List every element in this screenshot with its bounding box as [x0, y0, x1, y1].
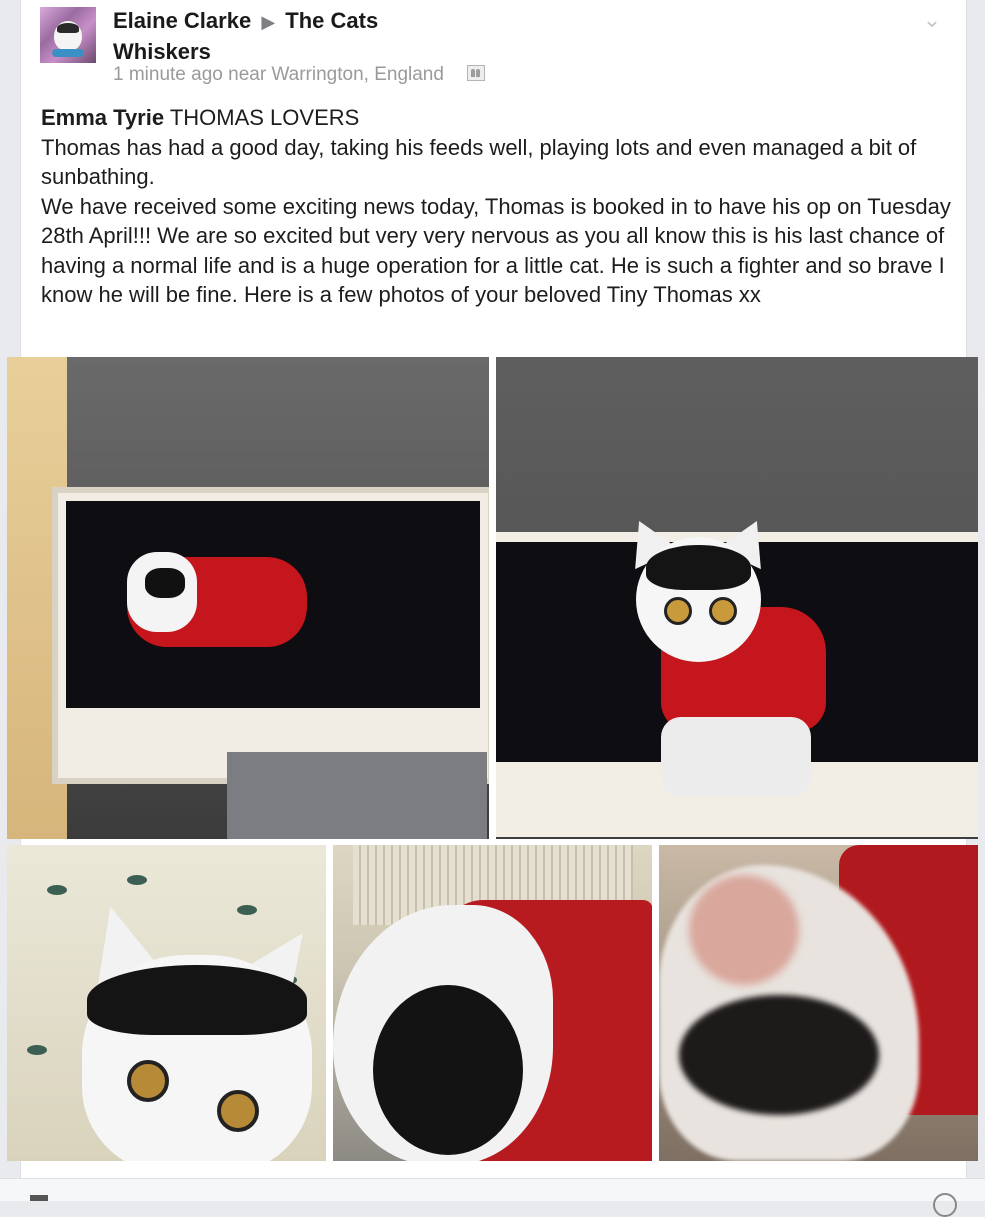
author-avatar[interactable]	[40, 7, 96, 63]
photo-4[interactable]	[333, 845, 652, 1161]
post-paragraph-1: Thomas has had a good day, taking his fe…	[41, 134, 917, 190]
photo-2[interactable]	[496, 357, 978, 839]
photo-5[interactable]	[659, 845, 978, 1161]
chevron-down-icon[interactable]: ⌄	[918, 6, 946, 34]
post-meta: 1 minute ago near Warrington, England	[113, 64, 486, 86]
post-timestamp[interactable]: 1 minute ago near Warrington, England	[113, 64, 444, 85]
author-name-link[interactable]: Elaine Clarke	[113, 8, 251, 33]
avatar-cat-illustration	[54, 21, 82, 51]
cat-head	[636, 537, 761, 662]
cat-head	[127, 552, 197, 632]
photo-1[interactable]	[7, 357, 489, 839]
photo-3[interactable]	[7, 845, 326, 1161]
bottom-action-bar	[0, 1178, 985, 1217]
like-icon[interactable]	[30, 1195, 48, 1201]
share-arrow-icon: ▶	[261, 12, 276, 32]
post-body: Emma Tyrie THOMAS LOVERS Thomas has had …	[41, 103, 956, 310]
post-paragraph-2: We have received some exciting news toda…	[41, 193, 951, 308]
poster-name-link[interactable]: Emma Tyrie	[41, 105, 164, 130]
post-header: Elaine Clarke ▶ The Cats Whiskers	[113, 6, 833, 67]
comment-icon[interactable]	[933, 1193, 957, 1217]
friends-audience-icon[interactable]	[467, 65, 486, 81]
poster-tag: THOMAS LOVERS	[169, 105, 360, 130]
